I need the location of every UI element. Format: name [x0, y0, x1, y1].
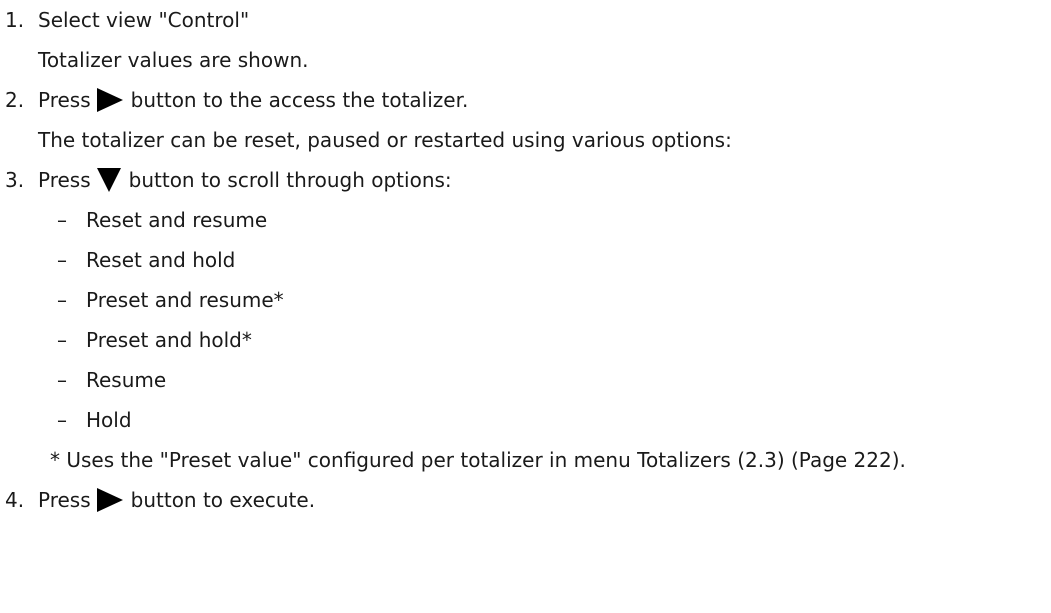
press-label: Press: [38, 88, 91, 112]
result-text: Totalizer values are shown.: [38, 48, 309, 72]
step-number: 3.: [5, 168, 25, 192]
instruction-text: button to scroll through options:: [128, 168, 452, 192]
dash-bullet: –: [57, 208, 67, 232]
option-text: Preset and hold*: [86, 328, 252, 352]
step-text: Select view "Control": [38, 8, 250, 32]
option-text: Resume: [86, 368, 167, 392]
dash-bullet: –: [57, 368, 67, 392]
step-text: Press button to scroll through options:: [38, 160, 452, 200]
step-number: 4.: [5, 488, 25, 512]
instruction-text: button to the access the totalizer.: [130, 88, 469, 112]
dash-bullet: –: [57, 408, 67, 432]
step-text: Press button to the access the totalizer.: [38, 80, 468, 120]
document-page: { "steps": [ {"number": "1.", "text": "S…: [0, 0, 1051, 613]
step-number: 1.: [5, 8, 25, 32]
dash-bullet: –: [57, 288, 67, 312]
down-triangle-icon: [96, 167, 121, 192]
press-label: Press: [38, 168, 91, 192]
step-text: Press button to execute.: [38, 480, 315, 520]
option-text: Reset and hold: [86, 248, 236, 272]
right-triangle-icon: [96, 487, 123, 512]
option-text: Preset and resume*: [86, 288, 284, 312]
step-number: 2.: [5, 88, 25, 112]
instruction-text: button to execute.: [130, 488, 316, 512]
dash-bullet: –: [57, 248, 67, 272]
dash-bullet: –: [57, 328, 67, 352]
result-text: The totalizer can be reset, paused or re…: [38, 128, 732, 152]
option-text: Reset and resume: [86, 208, 268, 232]
right-triangle-icon: [96, 87, 123, 112]
option-text: Hold: [86, 408, 132, 432]
press-label: Press: [38, 488, 91, 512]
footnote-text: * Uses the "Preset value" configured per…: [50, 448, 906, 472]
